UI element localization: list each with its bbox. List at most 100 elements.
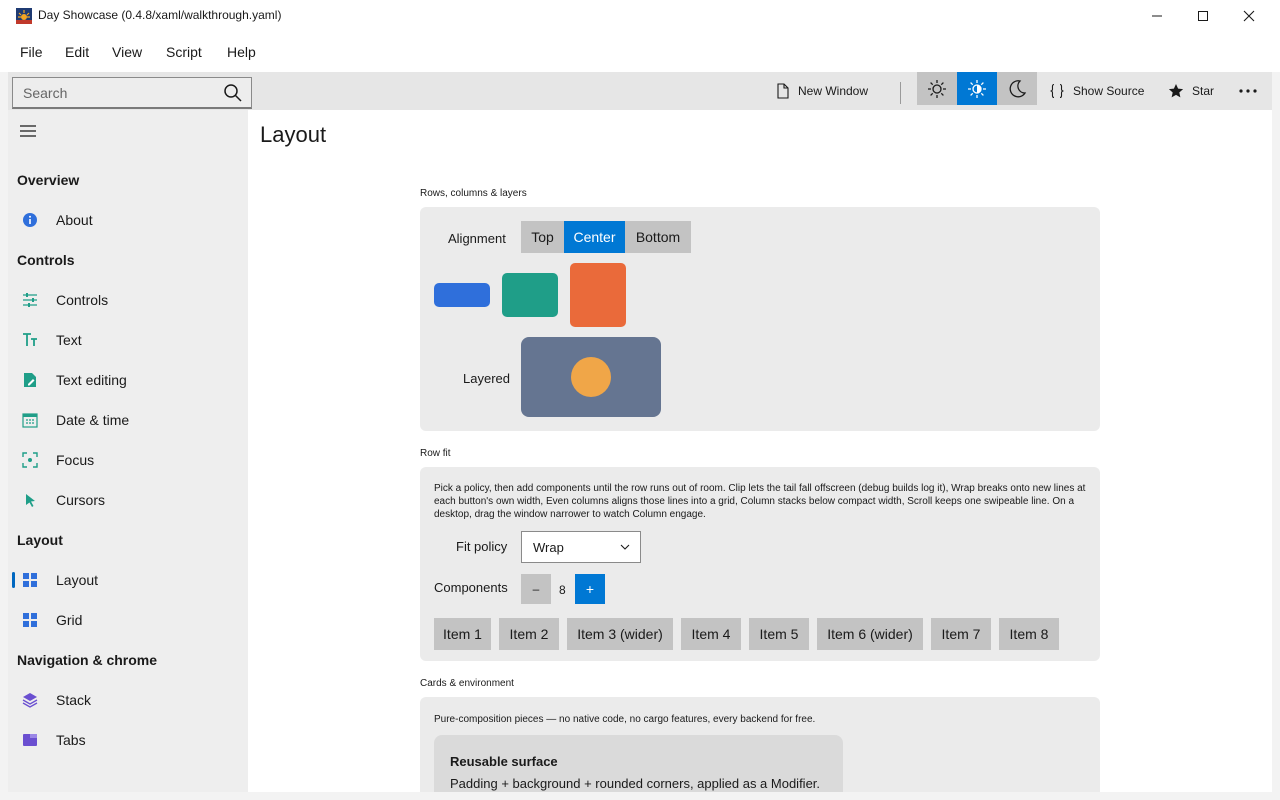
increment-button[interactable]: +: [575, 574, 605, 604]
menu-file[interactable]: File: [20, 44, 43, 60]
tabs-icon: [23, 734, 37, 746]
toolbar: Search New Window Show Source Star: [8, 72, 1272, 110]
new-window-button[interactable]: New Window: [776, 76, 868, 106]
sidebar-item-label: Date & time: [56, 412, 130, 428]
item-button[interactable]: Item 5: [749, 618, 809, 650]
more-button[interactable]: [1238, 76, 1266, 106]
sidebar-item-tabs[interactable]: Tabs: [8, 720, 248, 760]
alignment-label: Alignment: [448, 231, 506, 246]
layered-circle: [571, 357, 611, 397]
close-icon: [1243, 10, 1255, 22]
grid-icon: [23, 613, 37, 627]
hamburger-menu-icon[interactable]: [20, 124, 36, 138]
window-title: Day Showcase (0.4.8/xaml/walkthrough.yam…: [38, 8, 282, 22]
components-label: Components: [434, 580, 508, 595]
show-source-button[interactable]: Show Source: [1049, 76, 1144, 106]
search-input[interactable]: Search: [23, 85, 67, 101]
item-button[interactable]: Item 8: [999, 618, 1059, 650]
sliders-icon: [23, 293, 37, 307]
menu-view[interactable]: View: [112, 44, 142, 60]
app-frame: Search New Window Show Source Star Overv…: [8, 72, 1272, 792]
menu-script[interactable]: Script: [166, 44, 202, 60]
active-indicator: [12, 572, 15, 588]
show-source-label: Show Source: [1073, 84, 1145, 98]
star-button[interactable]: Star: [1168, 76, 1214, 106]
sidebar-item-focus[interactable]: Focus: [8, 440, 248, 480]
close-button[interactable]: [1226, 0, 1272, 32]
sidebar-item-label: About: [56, 212, 93, 228]
text-size-icon: [23, 333, 37, 346]
alignment-top-button[interactable]: Top: [521, 221, 564, 253]
teal-box: [502, 273, 558, 317]
star-label: Star: [1192, 84, 1215, 98]
sidebar-item-layout[interactable]: Layout: [8, 560, 248, 600]
sidebar-section-navigation: Navigation & chrome: [17, 652, 158, 668]
alignment-bottom-button[interactable]: Bottom: [625, 221, 691, 253]
focus-icon: [22, 452, 38, 468]
stack-icon: [22, 693, 38, 708]
app-icon: [16, 8, 32, 24]
maximize-button[interactable]: [1180, 0, 1226, 32]
item-button[interactable]: Item 3 (wider): [567, 618, 673, 650]
pen-icon: [24, 373, 36, 387]
surface-text: Padding + background + rounded corners, …: [450, 776, 821, 791]
dark-theme-button[interactable]: [997, 72, 1037, 105]
blue-box: [434, 283, 490, 307]
sidebar-item-controls[interactable]: Controls: [8, 280, 248, 320]
contrast-sun-icon: [968, 79, 986, 98]
sidebar-item-label: Stack: [56, 692, 92, 708]
document-icon: [777, 83, 789, 99]
item-button[interactable]: Item 4: [681, 618, 741, 650]
sidebar-item-text-editing[interactable]: Text editing: [8, 360, 248, 400]
menu-edit[interactable]: Edit: [65, 44, 89, 60]
info-icon: [23, 213, 37, 227]
sidebar-item-date-time[interactable]: Date & time: [8, 400, 248, 440]
sidebar-item-cursors[interactable]: Cursors: [8, 480, 248, 520]
sidebar-item-label: Cursors: [56, 492, 106, 508]
title-bar: Day Showcase (0.4.8/xaml/walkthrough.yam…: [0, 0, 1280, 32]
minimize-icon: [1152, 15, 1162, 17]
more-icon: [1239, 89, 1257, 93]
item-button[interactable]: Item 7: [931, 618, 991, 650]
layered-label: Layered: [463, 371, 510, 386]
new-window-label: New Window: [798, 84, 869, 98]
light-theme-button[interactable]: [917, 72, 957, 105]
item-button[interactable]: Item 6 (wider): [817, 618, 923, 650]
maximize-icon: [1198, 11, 1208, 21]
calendar-icon: [22, 413, 38, 428]
sidebar-item-label: Controls: [56, 292, 109, 308]
page-title: Layout: [260, 122, 327, 147]
components-count: 8: [559, 583, 566, 597]
decrement-button[interactable]: –: [521, 574, 551, 604]
sidebar-item-label: Grid: [56, 612, 83, 628]
item-button[interactable]: Item 2: [499, 618, 559, 650]
sidebar-item-text[interactable]: Text: [8, 320, 248, 360]
layout-grid-icon: [23, 573, 37, 587]
reusable-surface: Reusable surface Padding + background + …: [434, 735, 843, 792]
minimize-button[interactable]: [1134, 0, 1180, 32]
item-button[interactable]: Item 1: [434, 618, 491, 650]
search-icon[interactable]: [223, 83, 243, 103]
menu-help[interactable]: Help: [227, 44, 256, 60]
sidebar-section-controls: Controls: [17, 252, 75, 268]
row-fit-description: Pick a policy, then add components until…: [434, 483, 1086, 520]
rows-section-heading: Rows, columns & layers: [420, 188, 527, 199]
sidebar-item-label: Text editing: [56, 372, 127, 388]
sidebar-item-grid[interactable]: Grid: [8, 600, 248, 640]
fit-policy-select[interactable]: Wrap: [521, 531, 641, 563]
sidebar-item-stack[interactable]: Stack: [8, 680, 248, 720]
contrast-theme-button[interactable]: [957, 72, 997, 105]
sidebar-item-about[interactable]: About: [8, 200, 248, 240]
search-box[interactable]: Search: [12, 77, 252, 109]
toolbar-separator: [900, 82, 901, 104]
braces-icon: [1050, 83, 1064, 99]
cards-description: Pure-composition pieces — no native code…: [434, 714, 816, 725]
alignment-center-button[interactable]: Center: [564, 221, 625, 253]
sidebar-section-layout: Layout: [17, 532, 63, 548]
fit-policy-value: Wrap: [533, 540, 564, 555]
menu-bar: File Edit View Script Help: [0, 32, 1280, 72]
sidebar-item-label: Focus: [56, 452, 95, 468]
surface-title: Reusable surface: [450, 754, 558, 769]
sun-icon: [928, 79, 946, 98]
sidebar-item-label: Tabs: [56, 732, 86, 748]
